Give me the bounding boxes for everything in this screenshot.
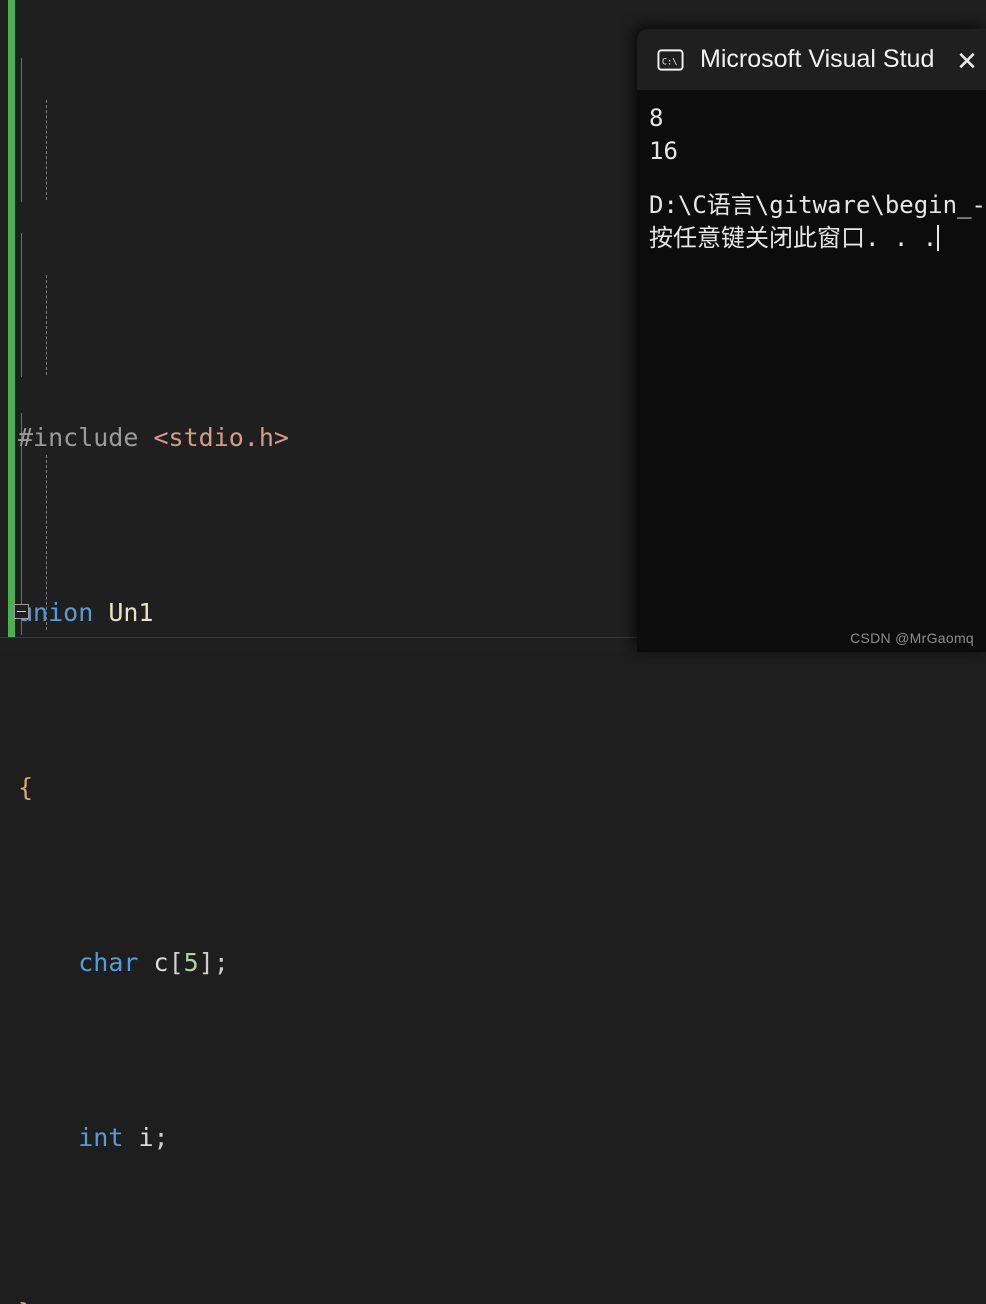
token-identifier-i: i (138, 1123, 154, 1152)
code-line[interactable]: { (0, 770, 640, 805)
token-preprocessor: #include (18, 423, 139, 452)
token-brace-close: } (18, 1298, 33, 1304)
code-line[interactable]: #include <stdio.h> (0, 420, 640, 455)
console-output-path-line: D:\C语言\gitware\begin_- (649, 191, 986, 219)
token-include-target: <stdio.h> (153, 423, 289, 452)
console-cmd-icon: C:\ (657, 48, 684, 71)
close-icon[interactable]: ✕ (950, 47, 984, 75)
token-keyword-union: union (18, 598, 94, 627)
token-bracket-close: ] (198, 948, 214, 977)
token-semicolon: ; (213, 948, 229, 977)
console-output-prompt-line: 按任意键关闭此窗口. . . (649, 222, 986, 255)
console-prompt-text: 按任意键关闭此窗口. . . (649, 224, 938, 252)
token-brace-open: { (18, 773, 34, 802)
indent-guide-union2 (46, 275, 47, 375)
code-line[interactable]: char c[5]; (0, 945, 640, 980)
console-titlebar[interactable]: C:\ Microsoft Visual Stud ✕ (637, 29, 986, 90)
token-identifier-c: c (153, 948, 169, 977)
structure-guide-union1 (21, 58, 22, 202)
watermark: CSDN @MrGaomq (850, 630, 974, 646)
token-semicolon: ; (153, 1123, 169, 1152)
console-output-blank-line (649, 168, 986, 189)
token-type-un1: Un1 (108, 598, 154, 627)
token-number-5: 5 (183, 948, 199, 977)
console-caret (937, 225, 940, 251)
code-line[interactable]: }; (0, 1295, 640, 1304)
editor-horizontal-scrollbar[interactable] (0, 637, 637, 653)
structure-guide-union2 (21, 233, 22, 377)
svg-text:C:\: C:\ (662, 57, 678, 67)
console-output-area[interactable]: 8 16 D:\C语言\gitware\begin_- 按任意键关闭此窗口. .… (637, 90, 986, 652)
indent-guide-union1 (46, 100, 47, 200)
console-title-text: Microsoft Visual Stud (700, 45, 935, 73)
token-keyword-char: char (78, 948, 139, 977)
code-text-area[interactable]: #include <stdio.h> union Un1 { char c[5]… (0, 0, 640, 1304)
code-line[interactable]: union Un1 (0, 595, 640, 630)
console-output-line: 8 (649, 104, 664, 132)
token-bracket-open: [ (168, 948, 184, 977)
token-semicolon: ; (33, 1298, 48, 1304)
fold-toggle-icon[interactable] (14, 604, 29, 619)
console-window[interactable]: C:\ Microsoft Visual Stud ✕ 8 16 D:\C语言\… (637, 29, 986, 652)
console-output-line: 16 (649, 137, 678, 165)
code-line[interactable]: int i; (0, 1120, 640, 1155)
token-keyword-int: int (78, 1123, 124, 1152)
